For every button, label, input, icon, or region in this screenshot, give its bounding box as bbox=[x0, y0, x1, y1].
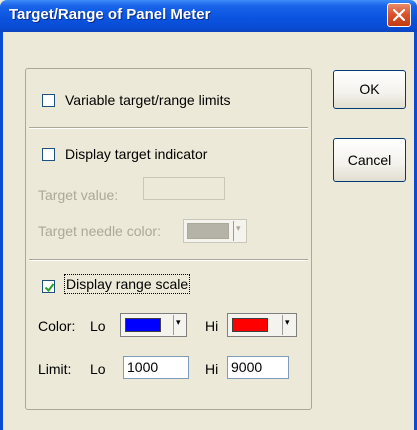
target-value-label: Target value: bbox=[38, 187, 119, 203]
lo-color-picker[interactable]: ▾ bbox=[120, 313, 187, 337]
group-separator bbox=[29, 127, 308, 129]
limit-hi-input[interactable]: 9000 bbox=[227, 356, 289, 379]
limit-lo-input[interactable]: 1000 bbox=[123, 356, 189, 379]
checkmark-icon bbox=[44, 283, 55, 293]
hi-color-swatch bbox=[232, 318, 268, 332]
hi-color-dropdown[interactable]: ▾ bbox=[282, 315, 294, 335]
target-needle-color-label: Target needle color: bbox=[38, 223, 161, 239]
close-button[interactable] bbox=[387, 3, 411, 27]
chevron-down-icon: ▾ bbox=[285, 317, 290, 327]
display-target-label[interactable]: Display target indicator bbox=[65, 146, 207, 162]
color-row-label: Color: bbox=[38, 318, 76, 334]
display-range-checkbox[interactable] bbox=[42, 280, 55, 293]
color-lo-label: Lo bbox=[90, 318, 106, 334]
target-value-input[interactable] bbox=[143, 177, 225, 200]
cancel-button[interactable]: Cancel bbox=[333, 138, 406, 182]
group-separator bbox=[29, 259, 308, 261]
title-bar: Target/Range of Panel Meter bbox=[0, 0, 417, 32]
window-title: Target/Range of Panel Meter bbox=[9, 6, 211, 23]
ok-button[interactable]: OK bbox=[333, 70, 406, 109]
display-target-checkbox[interactable] bbox=[42, 148, 55, 161]
target-needle-color-swatch bbox=[187, 223, 229, 239]
lo-color-swatch bbox=[125, 318, 161, 332]
display-range-label[interactable]: Display range scale bbox=[63, 274, 191, 294]
lo-color-dropdown[interactable]: ▾ bbox=[173, 315, 185, 335]
hi-color-picker[interactable]: ▾ bbox=[227, 313, 297, 337]
variable-limits-checkbox[interactable] bbox=[42, 94, 55, 107]
limit-lo-label: Lo bbox=[90, 361, 106, 377]
limit-hi-label: Hi bbox=[205, 361, 219, 377]
limit-row-label: Limit: bbox=[38, 361, 72, 377]
target-needle-color-dropdown[interactable]: ▾ bbox=[233, 221, 245, 241]
variable-limits-label[interactable]: Variable target/range limits bbox=[65, 92, 230, 108]
target-needle-color-picker[interactable]: ▾ bbox=[183, 219, 247, 243]
chevron-down-icon: ▾ bbox=[176, 317, 181, 327]
window-frame-left bbox=[0, 32, 3, 430]
close-icon bbox=[393, 9, 405, 21]
color-hi-label: Hi bbox=[205, 318, 219, 334]
chevron-down-icon: ▾ bbox=[236, 223, 241, 233]
